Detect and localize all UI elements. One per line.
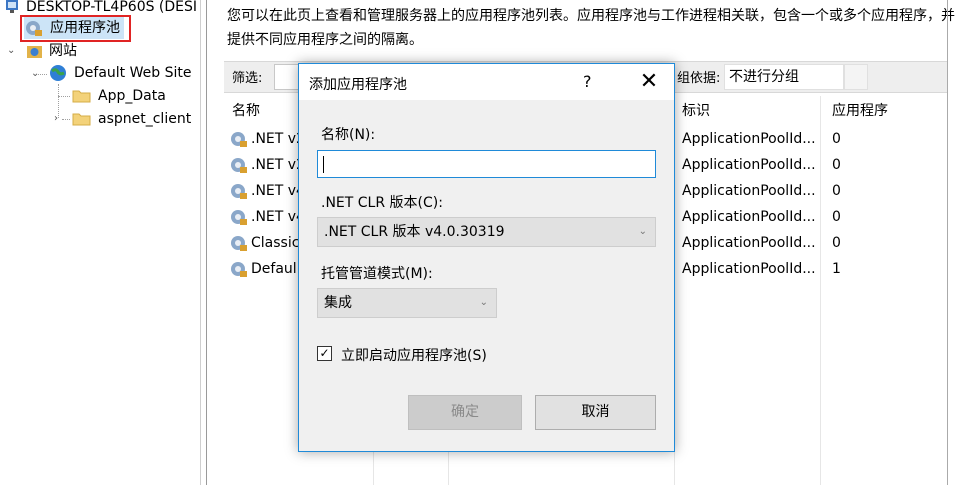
tree-node-app-data[interactable]: App_Data	[72, 85, 166, 107]
dialog-body: 名称(N): .NET CLR 版本(C): .NET CLR 版本 v4.0.…	[299, 100, 674, 451]
app-pool-icon	[231, 210, 247, 225]
name-field[interactable]	[317, 150, 656, 178]
close-icon[interactable]: ✕	[632, 67, 666, 97]
cell-name: .NET v2	[251, 131, 305, 147]
cell-name: Classic	[251, 235, 300, 251]
ok-button[interactable]: 确定	[408, 395, 522, 430]
column-header-identity[interactable]: 标识	[682, 100, 710, 120]
clr-version-value: .NET CLR 版本 v4.0.30319	[324, 224, 505, 240]
add-app-pool-dialog: 添加应用程序池 ? ✕ 名称(N): .NET CLR 版本(C): .NET …	[298, 63, 675, 452]
cell-applications: 0	[832, 131, 841, 147]
chevron-down-icon: ⌄	[638, 226, 647, 237]
cell-name: Defaul	[251, 261, 297, 277]
help-icon[interactable]: ?	[583, 72, 592, 91]
cell-name: .NET v2	[251, 157, 305, 173]
folder-icon	[72, 90, 91, 103]
filter-label: 筛选:	[232, 71, 263, 86]
autostart-label[interactable]: 立即启动应用程序池(S)	[341, 345, 487, 365]
pipeline-mode-value: 集成	[324, 295, 352, 311]
actions-pane-border	[947, 0, 948, 485]
autostart-checkbox[interactable]: ✓	[317, 346, 332, 361]
cell-identity: ApplicationPoolId...	[682, 235, 816, 251]
tree-node-sites[interactable]: 网站	[26, 40, 77, 62]
pipeline-mode-select[interactable]: 集成 ⌄	[317, 288, 497, 318]
pane-border	[206, 0, 207, 485]
cell-applications: 1	[832, 261, 841, 277]
page-description: 您可以在此页上查看和管理服务器上的应用程序池列表。应用程序池与工作进程相关联，包…	[227, 8, 955, 48]
cell-name: .NET v4	[251, 209, 305, 225]
column-header-name[interactable]: 名称	[232, 100, 260, 120]
cell-applications: 0	[832, 235, 841, 251]
tree-label-app-pools: 应用程序池	[50, 20, 120, 36]
cell-identity: ApplicationPoolId...	[682, 183, 816, 199]
cell-applications: 0	[832, 157, 841, 173]
group-by-select[interactable]: 不进行分组	[724, 64, 844, 90]
cell-name: .NET v4	[251, 183, 305, 199]
sites-folder-icon	[27, 46, 42, 58]
tree-label-aspnet-client: aspnet_client	[98, 111, 192, 127]
column-header-applications[interactable]: 应用程序	[832, 100, 888, 120]
clr-version-label: .NET CLR 版本(C):	[321, 195, 443, 211]
app-pool-icon	[231, 184, 247, 199]
tree-node-app-pools[interactable]: 应用程序池	[24, 17, 124, 39]
text-caret	[323, 156, 324, 173]
tree-node-aspnet-client[interactable]: aspnet_client	[72, 108, 191, 130]
cancel-button[interactable]: 取消	[535, 395, 656, 430]
pipeline-mode-label: 托管管道模式(M):	[321, 266, 433, 282]
tree-label-sites: 网站	[49, 43, 77, 59]
app-pool-icon	[231, 262, 247, 277]
tree-label-app-data: App_Data	[98, 88, 166, 104]
cell-identity: ApplicationPoolId...	[682, 131, 816, 147]
cell-applications: 0	[832, 209, 841, 225]
tree-label-default-site: Default Web Site	[74, 65, 192, 81]
group-by-label: 组依据:	[677, 71, 721, 86]
cell-identity: ApplicationPoolId...	[682, 261, 816, 277]
app-pool-icon	[231, 236, 247, 251]
app-pool-icon	[26, 21, 42, 36]
app-pool-icon	[231, 132, 247, 147]
chevron-down-icon: ⌄	[479, 297, 488, 308]
folder-icon	[72, 113, 91, 126]
cell-identity: ApplicationPoolId...	[682, 157, 816, 173]
expand-sites-icon[interactable]: ⌄	[7, 46, 15, 56]
pane-divider[interactable]	[200, 0, 201, 485]
tree-node-default-site[interactable]: Default Web Site	[48, 62, 191, 84]
globe-icon	[50, 65, 66, 81]
cell-identity: ApplicationPoolId...	[682, 209, 816, 225]
app-pool-icon	[231, 158, 247, 173]
group-by-dropdown-button[interactable]	[844, 64, 868, 90]
tree-pane: DESKTOP-TL4P60S (DESI 应用程序池 ⌄ 网站 ⌄ Defau…	[0, 0, 200, 485]
dialog-title: 添加应用程序池	[309, 77, 407, 93]
filter-input[interactable]	[274, 64, 299, 90]
clr-version-select[interactable]: .NET CLR 版本 v4.0.30319 ⌄	[317, 217, 656, 247]
expand-aspnet-client-icon[interactable]: ›	[54, 114, 58, 124]
name-label: 名称(N):	[321, 127, 376, 143]
cell-applications: 0	[832, 183, 841, 199]
server-icon	[6, 0, 18, 13]
